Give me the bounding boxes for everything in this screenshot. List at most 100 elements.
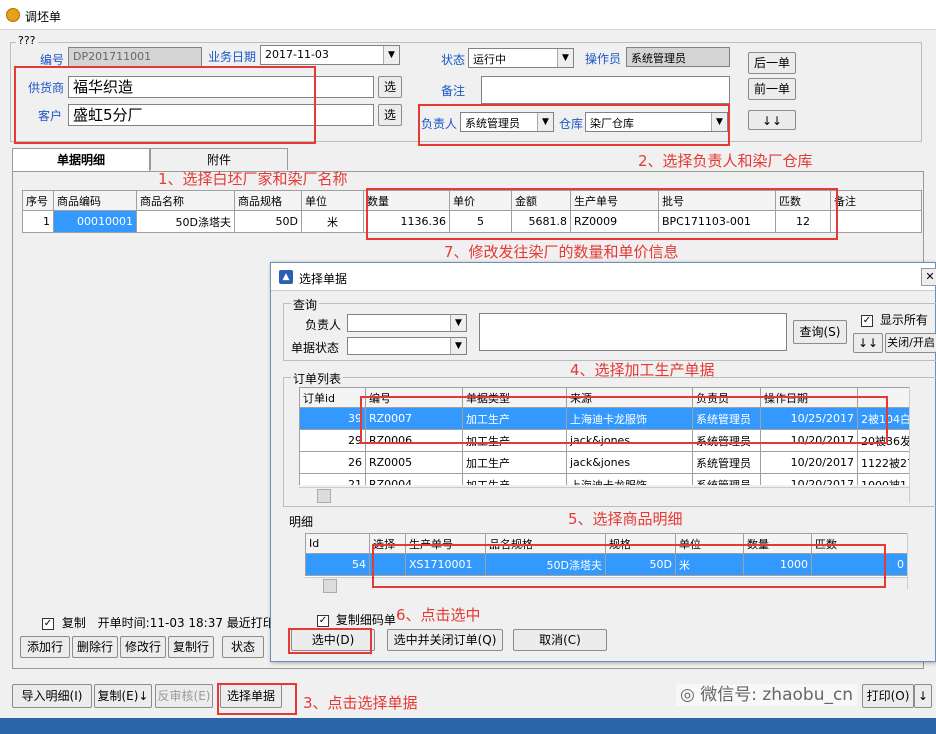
status-select[interactable]: 运行中 ▼ (468, 48, 574, 68)
watermark-text: 微信号: zhaobu_cn (700, 685, 854, 705)
order-vscroll[interactable] (909, 387, 925, 503)
order-cell[interactable]: 29 (299, 429, 366, 452)
order-header[interactable]: 订单id (299, 387, 366, 408)
dialog-detail-cell[interactable]: 54 (305, 553, 370, 576)
detail-cell[interactable] (830, 210, 922, 233)
detail-cell[interactable]: 00010001 (53, 210, 137, 233)
highlight-supplier-customer (14, 66, 316, 144)
query-text-area[interactable] (479, 313, 787, 351)
order-cell[interactable]: RZ0004 (365, 473, 463, 485)
print-button[interactable]: 打印(O) (862, 684, 914, 708)
detail-cell[interactable]: 1 (22, 210, 54, 233)
order-row[interactable]: 21 RZ0004 加工生产 上海迪卡龙服饰 系统管理员 10/20/2017 1000被1 (299, 473, 909, 485)
highlight-qty-price (366, 188, 838, 240)
status-label: 状态 (441, 53, 466, 67)
order-row[interactable]: 26 RZ0005 加工生产 jack&jones 系统管理员 10/20/2017 112… (299, 451, 909, 474)
copy-detail-checkbox[interactable]: ✓ (317, 614, 329, 627)
order-cell[interactable]: 加工生产 (462, 473, 567, 485)
customer-select-button[interactable]: 选 (378, 104, 402, 126)
operator-label: 操作员 (585, 52, 622, 66)
dialog-status-label: 单据状态 (291, 341, 340, 355)
edit-row-button[interactable]: 修改行 (120, 636, 166, 658)
annotation-6: 6、点击选中 (396, 606, 481, 624)
copy-label: 复制 (61, 616, 86, 630)
code-field[interactable]: DP201711001 (68, 47, 202, 67)
order-hscroll[interactable] (299, 487, 909, 503)
dialog-owner-select[interactable]: ▼ (347, 314, 467, 332)
order-cell[interactable]: 系统管理员 (692, 473, 761, 485)
select-close-button[interactable]: 选中并关闭订单(Q) (387, 629, 503, 651)
show-all-row: ✓ 显示所有 (861, 311, 928, 328)
remark-label: 备注 (441, 84, 466, 98)
order-cell[interactable]: 26 (299, 451, 366, 474)
chevron-down-icon[interactable]: ▼ (450, 338, 466, 354)
order-cell[interactable]: 10/20/2017 (760, 473, 858, 485)
supplier-select-button[interactable]: 选 (378, 76, 402, 98)
query-button[interactable]: 查询(S) (793, 320, 847, 344)
add-row-button[interactable]: 添加行 (20, 636, 70, 658)
annotation-2: 2、选择负责人和染厂仓库 (638, 152, 813, 170)
group-label: ??? (16, 34, 38, 47)
highlight-detail-row (372, 544, 886, 588)
annotation-5: 5、选择商品明细 (568, 510, 683, 528)
order-cell[interactable]: RZ0005 (365, 451, 463, 474)
detail-header[interactable]: 商品名称 (136, 190, 235, 211)
order-cell[interactable]: jack&jones (566, 451, 693, 474)
dialog-down-button[interactable]: ↓↓ (853, 333, 883, 353)
status-value: 运行中 (473, 53, 506, 66)
detail-vscroll[interactable] (907, 533, 923, 589)
next-button[interactable]: 后一单 (748, 52, 796, 74)
dialog-icon: ▲ (279, 270, 293, 284)
annotation-3: 3、点击选择单据 (303, 694, 418, 712)
detail-header[interactable]: 单位 (301, 190, 364, 211)
prev-button[interactable]: 前一单 (748, 78, 796, 100)
order-cell[interactable]: 1000被1 (857, 473, 909, 485)
cancel-button[interactable]: 取消(C) (513, 629, 607, 651)
dialog-detail-header[interactable]: Id (305, 533, 370, 554)
tab-detail[interactable]: 单据明细 (12, 148, 150, 172)
down-button[interactable]: ↓↓ (748, 110, 796, 130)
copy-button[interactable]: 复制(E)↓ (94, 684, 152, 708)
order-cell[interactable]: 加工生产 (462, 451, 567, 474)
order-cell[interactable]: 上海迪卡龙服饰 (566, 473, 693, 485)
copy-detail-label: 复制细码单 (335, 613, 396, 627)
detail-header[interactable]: 序号 (22, 190, 54, 211)
highlight-order-row (360, 396, 888, 444)
detail-header[interactable]: 备注 (830, 190, 922, 211)
detail-label: 明细 (289, 515, 314, 529)
toggle-button[interactable]: 关闭/开启 (885, 333, 936, 353)
dialog-status-select[interactable]: ▼ (347, 337, 467, 355)
chevron-down-icon[interactable]: ▼ (557, 49, 573, 67)
chevron-down-icon[interactable]: ▼ (383, 46, 399, 64)
detail-cell[interactable]: 米 (301, 210, 364, 233)
detail-cell[interactable]: 50D涤塔夫 (136, 210, 235, 233)
remark-field[interactable] (481, 76, 730, 104)
order-cell[interactable]: 21 (299, 473, 366, 485)
copy-row-button[interactable]: 复制行 (168, 636, 214, 658)
detail-cell[interactable]: 50D (234, 210, 302, 233)
order-hscroll-thumb[interactable] (317, 489, 331, 503)
delete-row-button[interactable]: 删除行 (72, 636, 118, 658)
unaudit-button[interactable]: 反审核(E) (155, 684, 213, 708)
detail-header[interactable]: 商品编码 (53, 190, 137, 211)
dialog-title-bar: ▲ 选择单据 ✕ (271, 263, 936, 291)
date-picker[interactable]: 2017-11-03 ▼ (260, 45, 400, 65)
copy-checkbox-row: ✓ 复制 开单时间:11-03 18:37 最近打印时 (42, 614, 287, 631)
annotation-1: 1、选择白坯厂家和染厂名称 (158, 170, 348, 188)
print-dropdown-button[interactable]: ↓ (914, 684, 932, 708)
watermark: ◎ 微信号: zhaobu_cn (676, 684, 858, 706)
select-document-dialog: ▲ 选择单据 ✕ 查询 负责人 ▼ 单据状态 ▼ 查询(S) ✓ 显示所有 ↓↓… (270, 262, 936, 662)
chevron-down-icon[interactable]: ▼ (450, 315, 466, 331)
import-detail-button[interactable]: 导入明细(I) (12, 684, 92, 708)
copy-checkbox[interactable]: ✓ (42, 617, 54, 630)
detail-header[interactable]: 商品规格 (234, 190, 302, 211)
order-cell[interactable]: 系统管理员 (692, 451, 761, 474)
close-icon[interactable]: ✕ (921, 268, 936, 286)
order-cell[interactable]: 39 (299, 407, 366, 430)
status-button[interactable]: 状态 (222, 636, 264, 658)
show-all-checkbox[interactable]: ✓ (861, 314, 873, 327)
detail-hscroll-thumb[interactable] (323, 579, 337, 593)
order-cell[interactable]: 10/20/2017 (760, 451, 858, 474)
order-cell[interactable]: 1122被27 (857, 451, 909, 474)
tab-attach[interactable]: 附件 (150, 148, 288, 170)
